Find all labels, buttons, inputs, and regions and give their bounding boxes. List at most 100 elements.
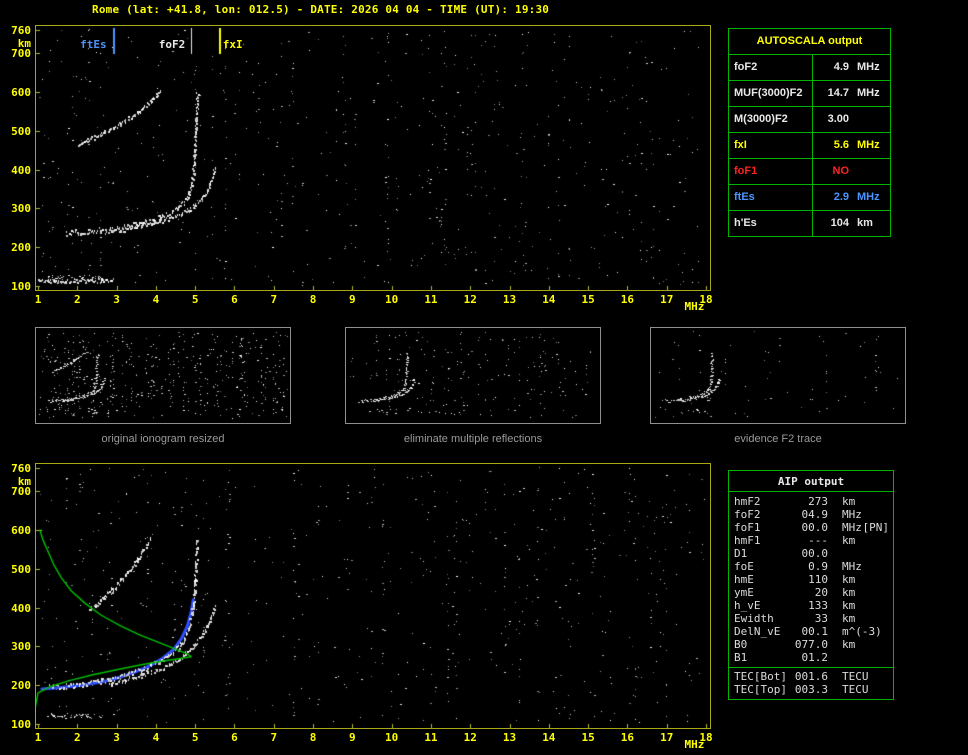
aip-value: 273 <box>808 495 828 508</box>
aip-param: TEC[Bot] <box>734 670 787 683</box>
aip-row-TEC[Top]: TEC[Top] 003.3 TECU <box>729 683 893 696</box>
x-tick-5: 5 <box>191 731 199 744</box>
aip-param: DelN_vE <box>734 625 781 638</box>
aip-param: foF2 <box>734 508 761 521</box>
x-tick-3: 3 <box>113 731 120 744</box>
x-tick-11: 11 <box>424 293 438 306</box>
aip-param: D1 <box>734 547 748 560</box>
y-tick-600: 600 <box>11 86 31 100</box>
x-tick-2: 2 <box>73 731 81 744</box>
x-tick-9: 9 <box>349 731 356 744</box>
thumbnail-original-ionogram <box>35 327 291 424</box>
scaled-ionogram-canvas <box>36 26 710 290</box>
aip-value: 110 <box>808 573 828 586</box>
x-tick-18: 18 <box>699 731 713 744</box>
x-tick-7: 7 <box>270 731 278 744</box>
x-tick-6: 6 <box>231 731 238 744</box>
x-tick-9: 9 <box>349 293 356 306</box>
thumbnail-caption-original: original ionogram resized <box>101 433 225 445</box>
thumbnail-eliminate-reflections <box>345 327 601 424</box>
profile-ionogram-plot <box>35 463 711 729</box>
autoscala-table-rows: foF2 4.9 MHz MUF(3000)F2 14.7 MHz M(3000)F2 3.0… <box>729 54 890 236</box>
aip-value: 01.2 <box>801 651 829 664</box>
aip-row-hmE: hmE 110 km <box>729 573 893 586</box>
y-tick-200: 200 <box>11 679 31 693</box>
autoscala-unit <box>849 159 857 184</box>
x-tick-16: 16 <box>620 293 635 306</box>
aip-unit: km <box>842 495 856 508</box>
x-tick-5: 5 <box>191 293 199 306</box>
aip-param: TEC[Top] <box>734 683 787 696</box>
aip-unit: MHz <box>842 508 862 521</box>
autoscala-param: MUF(3000)F2 <box>729 81 813 106</box>
x-tick-2: 2 <box>73 293 81 306</box>
aip-value: 04.9 <box>801 508 829 521</box>
autoscala-value: 2.9 <box>833 191 849 203</box>
aip-value: 33 <box>814 612 828 625</box>
autoscala-row-foF1: foF1 NO <box>729 158 890 184</box>
y-tick-100: 100 <box>11 280 31 293</box>
aip-param: B0 <box>734 638 748 651</box>
aip-param: foE <box>734 560 754 573</box>
x-tick-1: 1 <box>34 731 42 744</box>
x-axis-unit: MHz <box>684 738 705 751</box>
x-tick-17: 17 <box>660 293 674 306</box>
autoscala-unit: MHz <box>857 87 880 99</box>
y-tick-600: 600 <box>11 524 31 538</box>
aip-value: 001.6 <box>794 670 828 683</box>
y-tick-500: 500 <box>11 562 31 576</box>
x-tick-1: 1 <box>34 293 42 306</box>
y-tick-500: 500 <box>11 124 31 138</box>
aip-param: hmE <box>734 573 754 586</box>
thumbnail-evidence-f2 <box>650 327 906 424</box>
x-tick-12: 12 <box>463 731 477 744</box>
y-tick-100: 100 <box>11 718 31 731</box>
aip-unit: TECU <box>842 683 869 696</box>
x-tick-4: 4 <box>152 731 160 744</box>
autoscala-value: 3.00 <box>827 113 849 125</box>
y-tick-300: 300 <box>11 640 31 654</box>
aip-param: h_vE <box>734 599 761 612</box>
aip-param: foF1 <box>734 521 761 534</box>
aip-param: hmF2 <box>734 495 761 508</box>
aip-table-title: AIP output <box>729 471 893 492</box>
x-tick-6: 6 <box>231 293 238 306</box>
x-tick-8: 8 <box>309 293 317 306</box>
aip-row-ymE: ymE 20 km <box>729 586 893 599</box>
autoscala-unit: MHz <box>857 61 880 73</box>
aip-row-TEC[Bot]: TEC[Bot] 001.6 TECU <box>729 670 893 683</box>
x-tick-14: 14 <box>542 293 556 306</box>
aip-value: --- <box>808 534 828 547</box>
thumbnail-original-canvas <box>36 328 290 423</box>
aip-value: 0.9 <box>808 560 828 573</box>
aip-value: 20 <box>814 586 828 599</box>
aip-unit: TECU <box>842 670 869 683</box>
x-tick-11: 11 <box>424 731 438 744</box>
autoscala-unit: MHz <box>857 191 880 203</box>
autoscala-param: fxI <box>729 133 813 158</box>
thumbnail-evidence-canvas <box>651 328 905 423</box>
autoscala-param: h'Es <box>729 211 813 236</box>
x-tick-13: 13 <box>502 293 517 306</box>
aip-row-DelN_vE: DelN_vE 00.1 m^(-3) <box>729 625 893 638</box>
aip-value: 00.0 <box>801 521 829 534</box>
autoscala-unit <box>849 107 857 132</box>
aip-unit <box>828 547 842 560</box>
aip-unit: km <box>842 599 856 612</box>
aip-value: 077.0 <box>794 638 828 651</box>
aip-row-B1: B1 01.2 <box>729 651 893 664</box>
aip-row-foE: foE 0.9 MHz <box>729 560 893 573</box>
aip-unit: km <box>842 534 856 547</box>
aip-value: 00.0 <box>801 547 829 560</box>
thumbnail-caption-eliminate: eliminate multiple reflections <box>403 433 543 445</box>
x-tick-10: 10 <box>385 293 399 306</box>
x-tick-8: 8 <box>309 731 317 744</box>
autoscala-unit: km <box>857 217 873 229</box>
thumbnail-eliminate-canvas <box>346 328 600 423</box>
autoscala-value: NO <box>832 165 850 177</box>
aip-unit: km <box>842 573 856 586</box>
x-tick-15: 15 <box>581 293 595 306</box>
autoscala-param: M(3000)F2 <box>729 107 813 132</box>
y-axis-unit: km <box>17 37 31 50</box>
autoscala-row-M(3000)F2: M(3000)F2 3.00 <box>729 106 890 132</box>
